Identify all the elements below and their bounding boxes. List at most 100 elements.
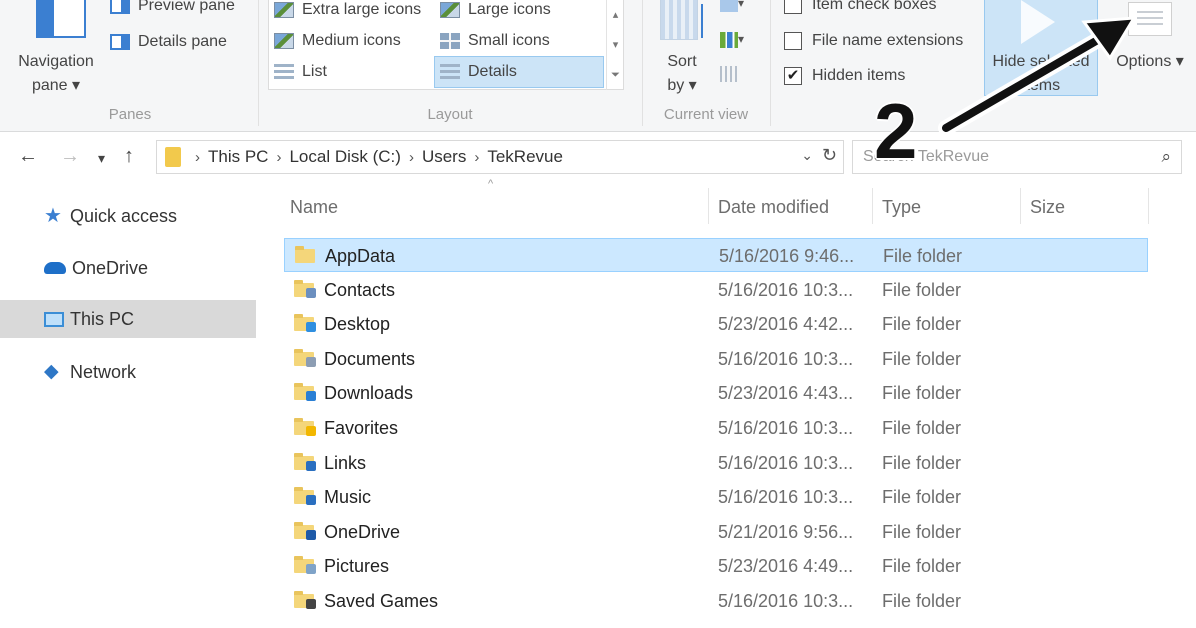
table-row[interactable]: Favorites 5/16/2016 10:3... File folder [284, 411, 1148, 445]
date-modified: 5/23/2016 4:43... [718, 383, 854, 404]
date-modified: 5/23/2016 4:49... [718, 556, 854, 577]
list-view-label: List [302, 63, 327, 80]
nav-item-label: This PC [70, 308, 135, 329]
file-name: Pictures [324, 556, 390, 577]
nav-item-label: Quick access [70, 205, 178, 226]
sort-ascending-icon: ^ [488, 178, 494, 190]
nav-item-this-pc[interactable]: This PC [0, 300, 256, 338]
file-type: File folder [883, 246, 963, 266]
navigation-pane: ★ Quick access OneDrive This PC ◆ Networ… [0, 186, 258, 628]
breadcrumb-users[interactable]: Users [422, 147, 466, 167]
breadcrumb-separator[interactable]: › [276, 149, 281, 166]
date-modified: 5/16/2016 10:3... [718, 487, 854, 508]
back-button[interactable]: ← [18, 144, 38, 168]
nav-item-onedrive[interactable]: OneDrive [0, 249, 256, 287]
sort-icon [660, 0, 703, 40]
item-check-boxes-checkbox[interactable] [784, 0, 802, 14]
details-view-button[interactable]: Details [440, 60, 517, 84]
date-modified: 5/16/2016 10:3... [718, 348, 854, 369]
list-view-button[interactable]: List [274, 60, 327, 84]
item-check-boxes-toggle[interactable]: Item check boxes [784, 0, 937, 14]
folder-icon [294, 383, 316, 402]
column-header-date-modified[interactable]: Date modified [708, 190, 872, 224]
up-button[interactable]: ↑ [124, 144, 134, 168]
breadcrumb-this-pc[interactable]: This PC [208, 147, 268, 167]
small-icons-button[interactable]: Small icons [440, 29, 550, 53]
nav-item-quick-access[interactable]: ★ Quick access [0, 197, 256, 235]
details-pane-button[interactable]: Details pane [110, 30, 227, 54]
current-view-group-label: Current view [663, 106, 749, 123]
folder-icon [294, 521, 316, 540]
table-row[interactable]: Music 5/16/2016 10:3... File folder [284, 480, 1148, 514]
column-header-size[interactable]: Size [1020, 190, 1148, 224]
sort-by-label: Sort by ▾ [667, 53, 697, 94]
breadcrumb-tekrevue[interactable]: TekRevue [487, 147, 563, 167]
hide-selected-items-button[interactable]: Hide selected items [984, 0, 1098, 96]
date-modified: 5/21/2016 9:56... [718, 521, 854, 542]
size-columns-button[interactable] [720, 66, 746, 86]
breadcrumb-local-disk[interactable]: Local Disk (C:) [289, 147, 400, 167]
hidden-items-label: Hidden items [812, 67, 906, 84]
nav-item-label: OneDrive [72, 257, 149, 278]
file-type: File folder [882, 348, 962, 369]
navigation-pane-label: Navigation pane ▾ [18, 53, 94, 94]
date-modified: 5/16/2016 9:46... [719, 246, 855, 266]
column-header-name[interactable]: Name [280, 190, 704, 224]
address-history-dropdown[interactable]: ⌄ [801, 147, 813, 164]
navigation-pane-button[interactable]: Navigation pane ▾ [6, 0, 104, 100]
table-row[interactable]: OneDrive 5/21/2016 9:56... File folder [284, 515, 1148, 549]
nav-item-network[interactable]: ◆ Network [0, 353, 256, 391]
table-row[interactable]: AppData 5/16/2016 9:46... File folder [284, 238, 1148, 272]
folder-icon [294, 452, 316, 471]
folder-icon [294, 314, 316, 333]
address-bar[interactable]: › This PC › Local Disk (C:) › Users › Te… [156, 140, 844, 174]
search-icon[interactable]: ⌕ [1161, 147, 1171, 167]
extra-large-icons-icon [274, 2, 294, 18]
column-divider[interactable] [1148, 188, 1149, 224]
file-name-extensions-toggle[interactable]: File name extensions [784, 32, 963, 50]
extra-large-icons-button[interactable]: Extra large icons [274, 0, 421, 22]
large-icons-button[interactable]: Large icons [440, 0, 551, 22]
gallery-up-icon[interactable]: ▴ [607, 0, 624, 30]
recent-locations-button[interactable]: ▾ [98, 146, 105, 170]
forward-button[interactable]: → [60, 144, 80, 168]
folder-icon [165, 147, 181, 167]
medium-icons-button[interactable]: Medium icons [274, 29, 401, 53]
breadcrumb-separator[interactable]: › [409, 149, 414, 166]
file-name-extensions-checkbox[interactable] [784, 32, 802, 50]
sort-by-button[interactable]: Sort by ▾ [656, 0, 708, 100]
gallery-expand-icon[interactable]: ⏷ [607, 60, 624, 90]
file-name: Music [324, 487, 372, 508]
annotation-step-number: 2 [874, 87, 918, 175]
panes-group-label: Panes [108, 106, 152, 123]
list-view-icon [274, 64, 294, 80]
table-row[interactable]: Links 5/16/2016 10:3... File folder [284, 446, 1148, 480]
gallery-down-icon[interactable]: ▾ [607, 30, 624, 60]
refresh-icon[interactable]: ↻ [822, 145, 837, 166]
table-row[interactable]: Saved Games 5/16/2016 10:3... File folder [284, 584, 1148, 618]
breadcrumb-separator[interactable]: › [474, 149, 479, 166]
group-by-button[interactable]: ▾ [720, 0, 746, 16]
file-type: File folder [882, 383, 962, 404]
table-row[interactable]: Downloads 5/23/2016 4:43... File folder [284, 376, 1148, 410]
table-row[interactable]: Desktop 5/23/2016 4:42... File folder [284, 307, 1148, 341]
layout-gallery-scroller[interactable]: ▴ ▾ ⏷ [606, 0, 624, 90]
preview-pane-button[interactable]: Preview pane [110, 0, 235, 18]
cloud-icon [44, 262, 66, 274]
hidden-items-toggle[interactable]: ✔ Hidden items [784, 67, 905, 85]
medium-icons-label: Medium icons [302, 32, 401, 49]
hidden-items-checkbox[interactable]: ✔ [784, 67, 802, 85]
table-row[interactable]: Documents 5/16/2016 10:3... File folder [284, 342, 1148, 376]
folder-options-icon [1128, 2, 1172, 36]
file-name: AppData [325, 246, 396, 266]
file-name: Favorites [324, 418, 399, 438]
options-button[interactable]: Options ▾ [1110, 0, 1190, 100]
add-columns-button[interactable]: ▾ [720, 32, 746, 52]
file-type: File folder [882, 487, 962, 508]
table-row[interactable]: Contacts 5/16/2016 10:3... File folder [284, 273, 1148, 307]
file-type: File folder [882, 314, 962, 335]
folder-icon [294, 487, 316, 506]
breadcrumb-separator[interactable]: › [195, 149, 200, 166]
column-header-type[interactable]: Type [872, 190, 1020, 224]
table-row[interactable]: Pictures 5/23/2016 4:49... File folder [284, 549, 1148, 583]
